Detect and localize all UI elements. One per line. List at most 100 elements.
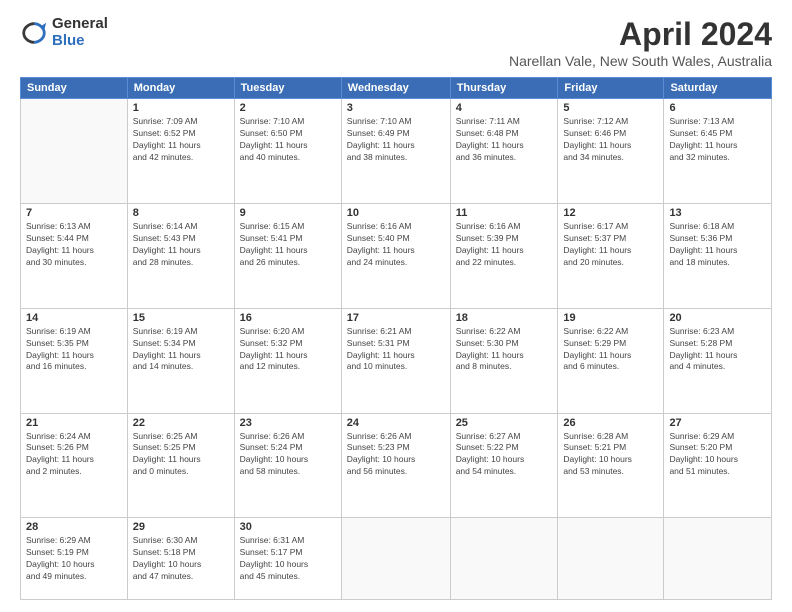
- logo-general-text: General: [52, 16, 108, 33]
- table-row: 5 Sunrise: 7:12 AMSunset: 6:46 PMDaylight…: [558, 99, 664, 204]
- day-number: 24: [347, 417, 445, 429]
- table-row: 10Sunrise: 6:16 AMSunset: 5:40 PMDayligh…: [341, 203, 450, 308]
- day-info: Sunrise: 7:10 AMSunset: 6:49 PMDaylight:…: [347, 116, 445, 164]
- day-number: 30: [240, 521, 336, 533]
- day-info: Sunrise: 6:17 AMSunset: 5:37 PMDaylight:…: [563, 221, 658, 269]
- table-row: 9 Sunrise: 6:15 AMSunset: 5:41 PMDaylight…: [234, 203, 341, 308]
- day-info: Sunrise: 6:20 AMSunset: 5:32 PMDaylight:…: [240, 326, 336, 374]
- day-info: Sunrise: 6:26 AMSunset: 5:23 PMDaylight:…: [347, 431, 445, 479]
- day-info: Sunrise: 6:25 AMSunset: 5:25 PMDaylight:…: [133, 431, 229, 479]
- day-info: Sunrise: 7:12 AMSunset: 6:46 PMDaylight:…: [563, 116, 658, 164]
- day-info: Sunrise: 6:19 AMSunset: 5:34 PMDaylight:…: [133, 326, 229, 374]
- table-row: 6Sunrise: 7:13 AMSunset: 6:45 PMDaylight…: [664, 99, 772, 204]
- calendar-header-row: Sunday Monday Tuesday Wednesday Thursday…: [21, 78, 772, 99]
- table-row: 15 Sunrise: 6:19 AMSunset: 5:34 PMDayligh…: [127, 308, 234, 413]
- day-info: Sunrise: 7:09 AMSunset: 6:52 PMDaylight:…: [133, 116, 229, 164]
- table-row: 23 Sunrise: 6:26 AMSunset: 5:24 PMDayligh…: [234, 413, 341, 518]
- day-number: 3: [347, 102, 445, 114]
- day-number: 2: [240, 102, 336, 114]
- month-title: April 2024: [509, 16, 772, 53]
- day-number: 23: [240, 417, 336, 429]
- day-info: Sunrise: 6:28 AMSunset: 5:21 PMDaylight:…: [563, 431, 658, 479]
- header-wednesday: Wednesday: [341, 78, 450, 99]
- day-number: 5: [563, 102, 658, 114]
- day-number: 13: [669, 207, 766, 219]
- day-info: Sunrise: 6:15 AMSunset: 5:41 PMDaylight:…: [240, 221, 336, 269]
- day-number: 19: [563, 312, 658, 324]
- day-number: 29: [133, 521, 229, 533]
- table-row: 3 Sunrise: 7:10 AMSunset: 6:49 PMDaylight…: [341, 99, 450, 204]
- header: General Blue April 2024 Narellan Vale, N…: [20, 16, 772, 69]
- table-row: 11 Sunrise: 6:16 AMSunset: 5:39 PMDayligh…: [450, 203, 558, 308]
- day-number: 21: [26, 417, 122, 429]
- day-number: 12: [563, 207, 658, 219]
- table-row: 14 Sunrise: 6:19 AMSunset: 5:35 PMDayligh…: [21, 308, 128, 413]
- table-row: [341, 518, 450, 600]
- logo-blue-text: Blue: [52, 33, 108, 50]
- day-info: Sunrise: 6:22 AMSunset: 5:29 PMDaylight:…: [563, 326, 658, 374]
- header-tuesday: Tuesday: [234, 78, 341, 99]
- logo: General Blue: [20, 16, 108, 49]
- day-number: 8: [133, 207, 229, 219]
- table-row: 19 Sunrise: 6:22 AMSunset: 5:29 PMDayligh…: [558, 308, 664, 413]
- day-number: 14: [26, 312, 122, 324]
- day-number: 18: [456, 312, 553, 324]
- logo-text: General Blue: [52, 16, 108, 49]
- day-info: Sunrise: 7:11 AMSunset: 6:48 PMDaylight:…: [456, 116, 553, 164]
- day-number: 7: [26, 207, 122, 219]
- day-number: 22: [133, 417, 229, 429]
- table-row: 12 Sunrise: 6:17 AMSunset: 5:37 PMDayligh…: [558, 203, 664, 308]
- day-info: Sunrise: 6:26 AMSunset: 5:24 PMDaylight:…: [240, 431, 336, 479]
- table-row: 7 Sunrise: 6:13 AMSunset: 5:44 PMDaylight…: [21, 203, 128, 308]
- header-sunday: Sunday: [21, 78, 128, 99]
- day-info: Sunrise: 6:16 AMSunset: 5:39 PMDaylight:…: [456, 221, 553, 269]
- table-row: 1 Sunrise: 7:09 AMSunset: 6:52 PMDaylight…: [127, 99, 234, 204]
- day-number: 6: [669, 102, 766, 114]
- day-number: 15: [133, 312, 229, 324]
- table-row: 28 Sunrise: 6:29 AMSunset: 5:19 PMDayligh…: [21, 518, 128, 600]
- day-info: Sunrise: 6:13 AMSunset: 5:44 PMDaylight:…: [26, 221, 122, 269]
- table-row: 13Sunrise: 6:18 AMSunset: 5:36 PMDayligh…: [664, 203, 772, 308]
- table-row: [21, 99, 128, 204]
- header-monday: Monday: [127, 78, 234, 99]
- title-area: April 2024 Narellan Vale, New South Wale…: [509, 16, 772, 69]
- day-info: Sunrise: 6:31 AMSunset: 5:17 PMDaylight:…: [240, 535, 336, 583]
- table-row: 25Sunrise: 6:27 AMSunset: 5:22 PMDayligh…: [450, 413, 558, 518]
- day-info: Sunrise: 6:29 AMSunset: 5:19 PMDaylight:…: [26, 535, 122, 583]
- header-thursday: Thursday: [450, 78, 558, 99]
- day-number: 11: [456, 207, 553, 219]
- header-saturday: Saturday: [664, 78, 772, 99]
- location: Narellan Vale, New South Wales, Australi…: [509, 53, 772, 69]
- table-row: [558, 518, 664, 600]
- day-info: Sunrise: 6:16 AMSunset: 5:40 PMDaylight:…: [347, 221, 445, 269]
- table-row: 2 Sunrise: 7:10 AMSunset: 6:50 PMDaylight…: [234, 99, 341, 204]
- table-row: 26Sunrise: 6:28 AMSunset: 5:21 PMDayligh…: [558, 413, 664, 518]
- table-row: 8 Sunrise: 6:14 AMSunset: 5:43 PMDaylight…: [127, 203, 234, 308]
- day-info: Sunrise: 6:23 AMSunset: 5:28 PMDaylight:…: [669, 326, 766, 374]
- day-info: Sunrise: 6:14 AMSunset: 5:43 PMDaylight:…: [133, 221, 229, 269]
- day-info: Sunrise: 6:30 AMSunset: 5:18 PMDaylight:…: [133, 535, 229, 583]
- day-number: 25: [456, 417, 553, 429]
- table-row: 21 Sunrise: 6:24 AMSunset: 5:26 PMDayligh…: [21, 413, 128, 518]
- day-info: Sunrise: 6:24 AMSunset: 5:26 PMDaylight:…: [26, 431, 122, 479]
- day-number: 20: [669, 312, 766, 324]
- day-number: 27: [669, 417, 766, 429]
- table-row: 30 Sunrise: 6:31 AMSunset: 5:17 PMDayligh…: [234, 518, 341, 600]
- day-number: 9: [240, 207, 336, 219]
- day-number: 4: [456, 102, 553, 114]
- day-info: Sunrise: 7:10 AMSunset: 6:50 PMDaylight:…: [240, 116, 336, 164]
- table-row: 20 Sunrise: 6:23 AMSunset: 5:28 PMDayligh…: [664, 308, 772, 413]
- logo-icon: [20, 19, 48, 47]
- page: General Blue April 2024 Narellan Vale, N…: [0, 0, 792, 612]
- day-number: 1: [133, 102, 229, 114]
- calendar: Sunday Monday Tuesday Wednesday Thursday…: [20, 77, 772, 600]
- day-number: 16: [240, 312, 336, 324]
- table-row: 16 Sunrise: 6:20 AMSunset: 5:32 PMDayligh…: [234, 308, 341, 413]
- day-info: Sunrise: 6:21 AMSunset: 5:31 PMDaylight:…: [347, 326, 445, 374]
- day-info: Sunrise: 6:19 AMSunset: 5:35 PMDaylight:…: [26, 326, 122, 374]
- table-row: [450, 518, 558, 600]
- table-row: 4 Sunrise: 7:11 AMSunset: 6:48 PMDaylight…: [450, 99, 558, 204]
- day-number: 28: [26, 521, 122, 533]
- table-row: 24 Sunrise: 6:26 AMSunset: 5:23 PMDayligh…: [341, 413, 450, 518]
- header-friday: Friday: [558, 78, 664, 99]
